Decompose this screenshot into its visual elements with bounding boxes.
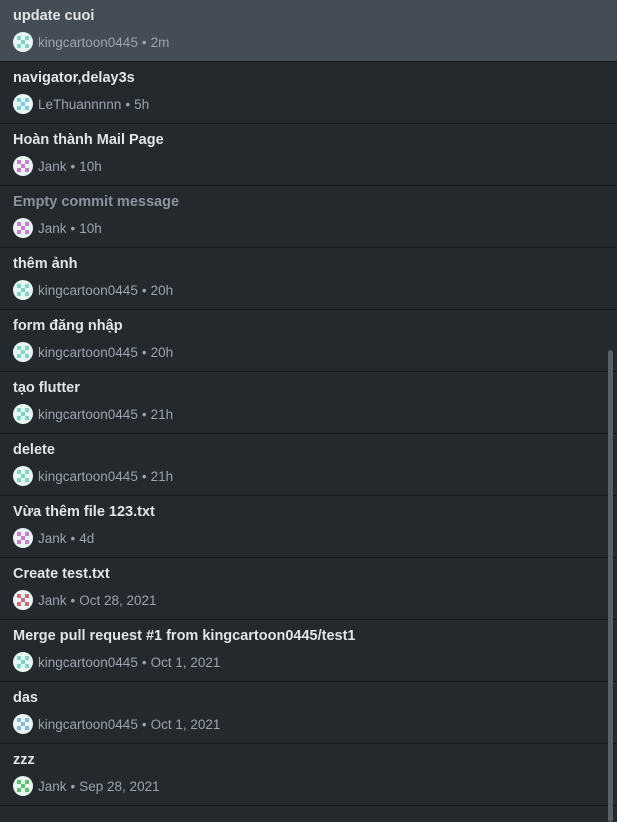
commit-summary: Create test.txt bbox=[13, 566, 110, 582]
commit-row[interactable]: das kingcartoon0445 • Oct 1, 2021 bbox=[0, 682, 617, 744]
commit-time: 4d bbox=[79, 530, 95, 546]
commit-author: Jank bbox=[38, 592, 67, 608]
commit-summary: Hoàn thành Mail Page bbox=[13, 132, 164, 148]
commit-meta: kingcartoon0445 • 20h bbox=[13, 280, 173, 300]
commit-summary: navigator,delay3s bbox=[13, 70, 135, 86]
commit-meta: Jank • 10h bbox=[13, 156, 102, 176]
commit-time: 21h bbox=[150, 406, 174, 422]
commit-summary: Merge pull request #1 from kingcartoon04… bbox=[13, 628, 356, 644]
commit-row[interactable]: delete kingcartoon0445 • 21h bbox=[0, 434, 617, 496]
commit-author: kingcartoon0445 bbox=[38, 34, 138, 50]
commit-author: Jank bbox=[38, 530, 67, 546]
commit-time: 20h bbox=[150, 282, 174, 298]
commit-meta: kingcartoon0445 • 2m bbox=[13, 32, 169, 52]
commit-meta: kingcartoon0445 • 21h bbox=[13, 466, 173, 486]
meta-separator: • bbox=[141, 654, 147, 670]
commit-author: Jank bbox=[38, 778, 67, 794]
commit-row[interactable]: Vừa thêm file 123.txt Jank • 4d bbox=[0, 496, 617, 558]
blue-icon bbox=[13, 714, 33, 734]
commit-time: 10h bbox=[79, 158, 102, 174]
commit-summary: update cuoi bbox=[13, 8, 95, 24]
commit-time: Sep 28, 2021 bbox=[79, 778, 160, 794]
commit-time: 21h bbox=[150, 468, 174, 484]
teal-icon bbox=[13, 280, 33, 300]
commit-author: Jank bbox=[38, 158, 67, 174]
commit-time: 5h bbox=[134, 96, 150, 112]
commit-summary: Vừa thêm file 123.txt bbox=[13, 504, 155, 520]
commit-row[interactable]: zzz Jank • Sep 28, 2021 bbox=[0, 744, 617, 806]
commit-row[interactable]: form đăng nhập kingcartoon0445 • 20h bbox=[0, 310, 617, 372]
commit-author: kingcartoon0445 bbox=[38, 468, 138, 484]
commit-meta: Jank • Sep 28, 2021 bbox=[13, 776, 160, 796]
green-icon bbox=[13, 776, 33, 796]
commit-row[interactable]: Empty commit message Jank • 10h bbox=[0, 186, 617, 248]
commit-summary: thêm ảnh bbox=[13, 256, 78, 272]
commit-author: kingcartoon0445 bbox=[38, 716, 138, 732]
teal-icon bbox=[13, 652, 33, 672]
red-icon bbox=[13, 590, 33, 610]
meta-separator: • bbox=[70, 592, 76, 608]
meta-separator: • bbox=[70, 778, 76, 794]
commit-time: 10h bbox=[79, 220, 102, 236]
meta-separator: • bbox=[141, 282, 147, 298]
commit-summary: tạo flutter bbox=[13, 380, 80, 396]
pink-check-icon bbox=[13, 218, 33, 238]
commit-row[interactable]: Hoàn thành Mail Page Jank • 10h bbox=[0, 124, 617, 186]
meta-separator: • bbox=[141, 344, 147, 360]
teal-icon bbox=[13, 32, 33, 52]
commit-summary: zzz bbox=[13, 752, 35, 768]
commit-meta: kingcartoon0445 • Oct 1, 2021 bbox=[13, 652, 220, 672]
meta-separator: • bbox=[70, 158, 76, 174]
commit-row[interactable]: Merge pull request #1 from kingcartoon04… bbox=[0, 620, 617, 682]
meta-separator: • bbox=[141, 406, 147, 422]
commit-list: update cuoi kingcartoon0445 • 2m navigat… bbox=[0, 0, 617, 806]
commit-meta: LeThuannnnn • 5h bbox=[13, 94, 149, 114]
commit-summary: Empty commit message bbox=[13, 194, 180, 210]
commit-row[interactable]: tạo flutter kingcartoon0445 • 21h bbox=[0, 372, 617, 434]
scrollbar[interactable] bbox=[608, 350, 613, 822]
commit-author: kingcartoon0445 bbox=[38, 654, 138, 670]
teal-icon bbox=[13, 404, 33, 424]
teal-icon bbox=[13, 342, 33, 362]
commit-time: 20h bbox=[150, 344, 174, 360]
commit-meta: kingcartoon0445 • 21h bbox=[13, 404, 173, 424]
commit-row[interactable]: Create test.txt Jank • Oct 28, 2021 bbox=[0, 558, 617, 620]
commit-summary: das bbox=[13, 690, 38, 706]
commit-row[interactable]: navigator,delay3s LeThuannnnn • 5h bbox=[0, 62, 617, 124]
commit-author: Jank bbox=[38, 220, 67, 236]
meta-separator: • bbox=[70, 220, 76, 236]
commit-author: kingcartoon0445 bbox=[38, 282, 138, 298]
commit-meta: kingcartoon0445 • 20h bbox=[13, 342, 173, 362]
commit-row[interactable]: thêm ảnh kingcartoon0445 • 20h bbox=[0, 248, 617, 310]
commit-time: Oct 1, 2021 bbox=[150, 716, 221, 732]
meta-separator: • bbox=[70, 530, 76, 546]
commit-summary: form đăng nhập bbox=[13, 318, 123, 334]
commit-author: kingcartoon0445 bbox=[38, 406, 138, 422]
meta-separator: • bbox=[125, 96, 131, 112]
commit-summary: delete bbox=[13, 442, 55, 458]
teal-cross-icon bbox=[13, 94, 33, 114]
commit-author: LeThuannnnn bbox=[38, 96, 122, 112]
meta-separator: • bbox=[141, 716, 147, 732]
commit-meta: Jank • 4d bbox=[13, 528, 94, 548]
commit-meta: Jank • Oct 28, 2021 bbox=[13, 590, 157, 610]
commit-time: Oct 1, 2021 bbox=[150, 654, 221, 670]
meta-separator: • bbox=[141, 34, 147, 50]
commit-time: Oct 28, 2021 bbox=[79, 592, 157, 608]
commit-meta: kingcartoon0445 • Oct 1, 2021 bbox=[13, 714, 220, 734]
commit-row[interactable]: update cuoi kingcartoon0445 • 2m bbox=[0, 0, 617, 62]
pink-check-icon bbox=[13, 528, 33, 548]
commit-author: kingcartoon0445 bbox=[38, 344, 138, 360]
meta-separator: • bbox=[141, 468, 147, 484]
pink-check-icon bbox=[13, 156, 33, 176]
commit-time: 2m bbox=[150, 34, 170, 50]
commit-meta: Jank • 10h bbox=[13, 218, 102, 238]
teal-icon bbox=[13, 466, 33, 486]
